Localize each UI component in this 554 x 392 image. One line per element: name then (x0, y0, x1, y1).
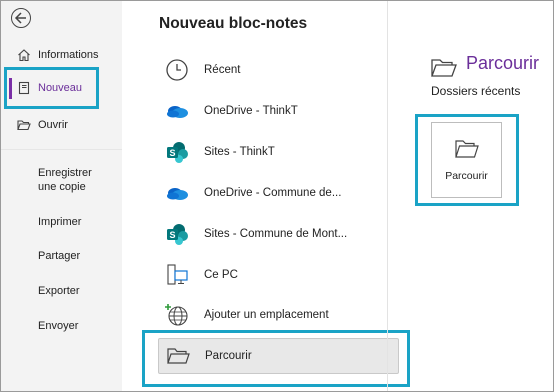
location-label: Ce PC (204, 269, 238, 281)
nav-item-nouveau[interactable]: Nouveau (1, 73, 122, 103)
svg-text:S: S (169, 148, 175, 158)
sharepoint-icon: S (167, 142, 188, 163)
nav-item-partager[interactable]: Partager (1, 241, 122, 271)
nav-item-informations[interactable]: Informations (1, 40, 122, 70)
recent-folders-heading: Dossiers récents (431, 84, 521, 98)
nav-item-envoyer[interactable]: Envoyer (1, 311, 122, 341)
onedrive-icon (167, 188, 188, 200)
nav-item-exporter[interactable]: Exporter (1, 276, 122, 306)
folder-open-icon (455, 140, 479, 158)
location-onedrive-thinkt[interactable]: OneDrive - ThinkT (158, 96, 398, 126)
notebook-icon (18, 81, 30, 95)
home-icon (18, 49, 30, 62)
location-onedrive-commune[interactable]: OneDrive - Commune de... (158, 178, 398, 208)
nav-item-label: Exporter (38, 285, 80, 297)
left-nav: Informations Nouveau Ouvrir Enregistrer … (1, 1, 122, 391)
location-sites-thinkt[interactable]: S Sites - ThinkT (158, 137, 398, 167)
nav-item-label: Nouveau (38, 82, 83, 94)
browse-title: Parcourir (466, 53, 540, 73)
nav-item-label: Ouvrir (38, 119, 68, 131)
nav-item-ouvrir[interactable]: Ouvrir (1, 110, 122, 140)
back-button[interactable] (11, 8, 31, 28)
nav-item-label: Envoyer (38, 320, 79, 332)
page-title: Nouveau bloc-notes (159, 15, 308, 32)
nav-item-label: Imprimer (38, 216, 82, 228)
pc-icon (167, 264, 188, 285)
nav-item-imprimer[interactable]: Imprimer (1, 207, 122, 237)
nav-item-label: Informations (38, 49, 99, 61)
folder-open-icon (431, 59, 457, 77)
location-label: OneDrive - Commune de... (204, 187, 342, 199)
location-label: Récent (204, 64, 241, 76)
folder-open-icon (17, 120, 31, 131)
nav-separator (1, 149, 122, 150)
location-recent[interactable]: Récent (158, 55, 398, 85)
browse-card-label: Parcourir (445, 170, 488, 182)
location-label: Sites - Commune de Mont... (204, 228, 348, 240)
location-label: Ajouter un emplacement (204, 309, 329, 321)
location-label: OneDrive - ThinkT (204, 105, 298, 117)
nav-item-enregistrer-copie[interactable]: Enregistrer une copie (1, 164, 122, 196)
nav-item-label: Partager (38, 250, 81, 262)
svg-text:S: S (169, 230, 175, 240)
panel-divider (387, 1, 388, 391)
location-ajouter[interactable]: Ajouter un emplacement (158, 300, 398, 330)
back-arrow-icon (14, 12, 26, 24)
backstage-window: Informations Nouveau Ouvrir Enregistrer … (0, 0, 554, 392)
nav-item-label: Enregistrer une copie (38, 167, 92, 193)
browse-card-button[interactable]: Parcourir (431, 122, 502, 198)
location-ce-pc[interactable]: Ce PC (158, 260, 398, 290)
onedrive-icon (167, 106, 188, 118)
browse-highlight-frame (142, 330, 410, 387)
location-sites-commune[interactable]: S Sites - Commune de Mont... (158, 219, 398, 249)
sharepoint-icon: S (167, 224, 188, 245)
location-label: Sites - ThinkT (204, 146, 275, 158)
clock-icon (166, 59, 188, 81)
globe-add-icon (165, 304, 188, 326)
